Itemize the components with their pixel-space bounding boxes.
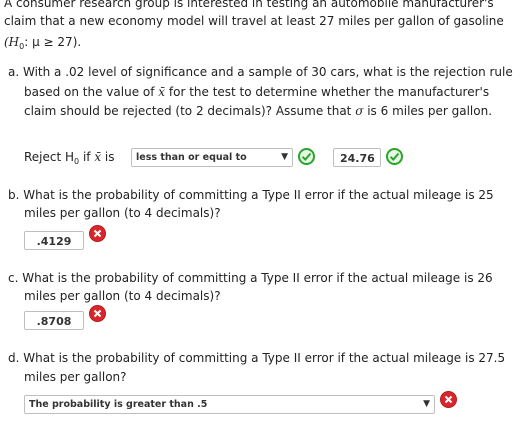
select-value: less than or equal to [136, 152, 247, 163]
intro-line-2: claim that a new economy model will trav… [4, 14, 504, 28]
part-a-line-3: claim should be rejected (to 2 decimals)… [24, 103, 492, 119]
rejection-direction-select[interactable]: less than or equal to ▼ [131, 148, 293, 167]
incorrect-x-icon [440, 391, 457, 408]
reject-sub: 0 [74, 157, 80, 166]
part-c-line-2: miles per gallon (to 4 decimals)? [24, 289, 221, 303]
hypothesis: (H0: μ ≥ 27). [4, 34, 81, 52]
part-c-line-1: c. What is the probability of committing… [8, 271, 493, 285]
part-a-line-2: based on the value of x̄ for the test to… [24, 84, 489, 100]
part-b-line-1: b. What is the probability of committing… [8, 188, 494, 202]
hypothesis-sub: 0 [19, 42, 25, 51]
incorrect-x-icon [89, 225, 106, 242]
part-d-probability-select[interactable]: The probability is greater than .5 ▼ [24, 395, 435, 414]
part-a-line-1: a. With a .02 level of significance and … [8, 65, 513, 79]
part-a-text-4: is 6 miles per gallon. [363, 104, 493, 118]
reject-rule-label: Reject H0 if x̄ is [24, 149, 115, 167]
part-a-text-2: for the test to determine whether the ma… [165, 85, 490, 99]
critical-value-input[interactable]: 24.76 [333, 148, 381, 167]
reject-if: if [79, 150, 95, 164]
part-b-answer-input[interactable]: .4129 [24, 231, 84, 250]
incorrect-x-icon [89, 305, 106, 322]
part-a-text: based on the value of [24, 85, 159, 99]
part-b-line-2: miles per gallon (to 4 decimals)? [24, 206, 221, 220]
select-value: The probability is greater than .5 [29, 399, 208, 410]
chevron-down-icon: ▼ [281, 152, 288, 162]
hypothesis-rest: : μ ≥ 27). [24, 35, 82, 49]
reject-is: is [101, 150, 115, 164]
reject-text: Reject H [24, 150, 75, 164]
part-d-line-2: miles per gallon? [24, 370, 127, 384]
chevron-down-icon: ▼ [423, 399, 430, 409]
hypothesis-h: (H [4, 35, 20, 49]
part-d-line-1: d. What is the probability of committing… [8, 351, 506, 365]
check-icon [298, 148, 315, 165]
intro-line-1: A consumer research group is interested … [4, 0, 494, 10]
part-a-text-3: claim should be rejected (to 2 decimals)… [24, 104, 356, 118]
part-c-answer-input[interactable]: .8708 [24, 311, 84, 330]
check-icon [386, 148, 403, 165]
